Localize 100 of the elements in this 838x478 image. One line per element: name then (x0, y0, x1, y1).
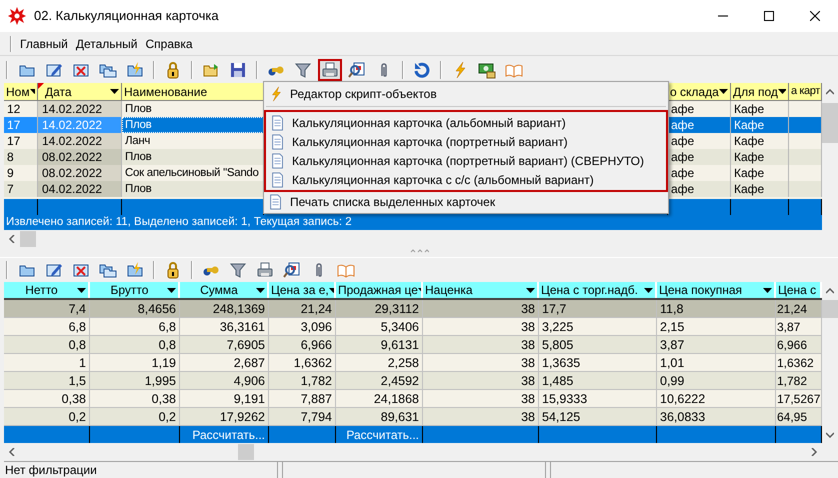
column-header-label: Для под (733, 84, 778, 100)
table-cell: 0,8 (158, 336, 176, 352)
table-cell: 17 (7, 133, 20, 149)
table-cell: 9,191 (234, 390, 265, 406)
table-cell: 24,1868 (374, 390, 419, 406)
table-cell: Кафе (734, 133, 764, 149)
column-header-label: Цена с торг.надб. (541, 282, 639, 298)
table-cell: 36,0833 (660, 408, 706, 424)
table-cell: 0,2 (158, 408, 176, 424)
table-cell: 1,995 (144, 372, 176, 388)
table-cell: 7,887 (300, 390, 332, 406)
column-header-label: Наименование (124, 84, 208, 100)
table-cell: афе (671, 181, 694, 197)
table-cell: Кафе (734, 149, 764, 165)
column-header-label: Наценка (425, 282, 474, 298)
table-cell-text: Плов (125, 182, 152, 197)
table-cell: Кафе (734, 101, 764, 117)
table-cell: 0,38 (62, 390, 86, 406)
status-text: Нет фильтрации (5, 463, 97, 477)
menu-item-label: Калькуляционная карточка (портретный вариант) (292, 134, 568, 150)
menu-item-label: Редактор скрипт-объектов (290, 86, 437, 102)
table-cell: 3,096 (300, 318, 332, 334)
table-cell: 38 (521, 390, 535, 406)
table-cell: 1,6362 (294, 354, 332, 370)
table-cell: 21,24 (300, 300, 332, 316)
menu-item-label: Калькуляционная карточка (альбомный вариант) (292, 114, 566, 132)
table-cell: Кафе (734, 117, 764, 133)
table-cell: 7,6905 (226, 336, 265, 352)
table-cell: 1,5 (68, 372, 86, 388)
table-cell: 7 (7, 181, 14, 197)
table-cell: 0,2 (68, 408, 86, 424)
table-cell: 1,6362 (777, 354, 814, 370)
table-cell: афе (671, 165, 694, 181)
table-cell: 11,8 (660, 300, 684, 316)
table-cell: 38 (521, 318, 535, 334)
table-cell-text: Сок апельсиновый "Sando (125, 166, 259, 181)
table-cell: 3,87 (660, 336, 684, 352)
table-cell: Кафе (734, 181, 764, 197)
column-header-label: Брутто (110, 282, 150, 298)
table-cell: 1,19 (152, 354, 176, 370)
table-cell: 54,125 (542, 408, 580, 424)
table-cell: 6,8 (68, 318, 86, 334)
table-cell: 0,38 (152, 390, 176, 406)
table-cell-text: Плов (125, 102, 152, 117)
table-cell: 36,3161 (220, 318, 265, 334)
table-cell: 2,258 (388, 354, 419, 370)
column-header-label: Нетто (24, 282, 59, 298)
menu-item-label: Печать списка выделенных карточек (290, 194, 496, 210)
table-cell: 08.02.2022 (41, 165, 102, 181)
table-cell: 17,9262 (220, 408, 265, 424)
table-cell: 9,6131 (380, 336, 419, 352)
table-cell: 5,3406 (380, 318, 419, 334)
table-cell: афе (671, 149, 694, 165)
table-cell: 0,99 (660, 372, 684, 388)
table-cell: 7,794 (300, 408, 332, 424)
table-cell: 04.02.2022 (41, 181, 102, 197)
table-cell: 64,95 (777, 408, 808, 424)
table-cell: 6,966 (300, 336, 332, 352)
table-cell-text: Плов (125, 150, 152, 165)
table-cell: 14.02.2022 (41, 133, 102, 149)
table-cell: 4,906 (234, 372, 265, 388)
table-cell: 2,15 (660, 318, 684, 334)
column-header-label: Ном (6, 84, 30, 100)
table-cell: 89,631 (380, 408, 419, 424)
table-cell-text: Плов (125, 118, 152, 133)
table-cell: 248,1369 (212, 300, 265, 316)
table-cell: 14.02.2022 (41, 117, 102, 133)
table-cell: 14.02.2022 (41, 101, 102, 117)
table-cell: 17,7 (542, 300, 566, 316)
menu-item-label: Калькуляционная карточка с с/с (альбомный вариант) (292, 172, 594, 188)
table-cell-text: Ланч (125, 134, 150, 149)
table-cell: 38 (521, 354, 535, 370)
table-cell: 8 (7, 149, 14, 165)
table-cell: 1,782 (300, 372, 332, 388)
table-cell: Кафе (734, 165, 764, 181)
column-header-label: Сумма (199, 282, 239, 298)
table-cell: 1,485 (542, 372, 574, 388)
window-title: 02. Калькуляционная карточка (34, 7, 219, 26)
table-cell: 17 (7, 117, 20, 133)
table-cell: 38 (521, 372, 535, 388)
table-cell: 1 (79, 354, 86, 370)
table-cell: афе (671, 117, 694, 133)
table-cell: 5,805 (542, 336, 574, 352)
table-cell: 2,687 (234, 354, 265, 370)
table-cell: 6,966 (777, 336, 808, 352)
column-header-label: Дата (45, 84, 72, 100)
table-cell: 29,3112 (374, 300, 419, 316)
table-cell: 38 (521, 336, 535, 352)
table-cell: афе (671, 133, 694, 149)
table-cell: 1,3635 (542, 354, 580, 370)
table-cell: 2,4592 (380, 372, 419, 388)
table-cell: 1,782 (777, 372, 808, 388)
table-cell: 38 (521, 408, 535, 424)
table-cell: 0,8 (68, 336, 86, 352)
table-cell: 17,5267 (777, 390, 820, 406)
table-cell: 7,4 (68, 300, 86, 316)
table-cell: 21,24 (777, 300, 808, 316)
table-cell: 3,87 (777, 318, 800, 334)
column-header-label: о склада (670, 84, 719, 100)
table-cell: 38 (521, 300, 535, 316)
